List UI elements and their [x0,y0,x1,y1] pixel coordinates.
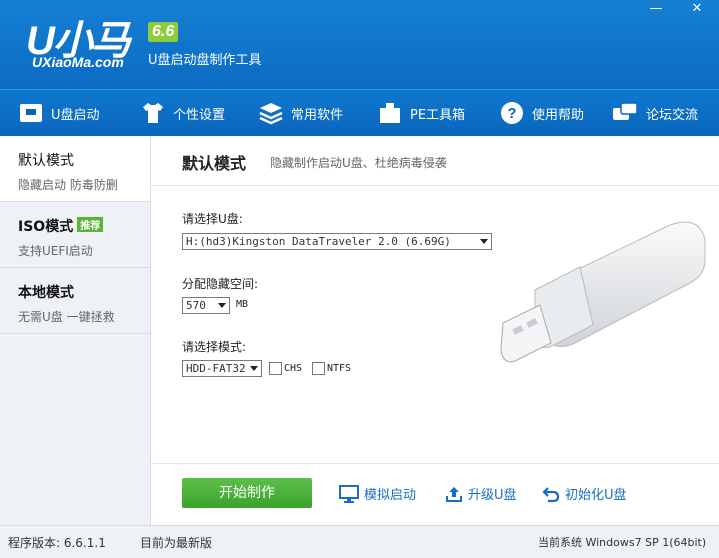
disk-select-value: H:(hd3)Kingston DataTraveler 2.0 (6.69G) [186,235,451,248]
toolbar-software[interactable]: 常用软件 [258,90,343,136]
toolbar-pe-tools[interactable]: PE工具箱 [377,90,465,136]
page-description: 隐藏制作启动U盘、杜绝病毒侵袭 [270,156,447,170]
toolbar-label: 常用软件 [291,107,344,123]
monitor-icon [339,484,359,503]
start-button[interactable]: 开始制作 [182,478,312,508]
page-title: 默认模式 [182,154,247,173]
toolbar-help[interactable]: ? 使用帮助 [499,90,584,136]
toolbar-label: 论坛交流 [646,107,699,123]
title-divider [150,185,719,186]
simulate-boot-button[interactable]: 模拟启动 [339,484,416,503]
box-icon [380,103,400,123]
app-subtitle: U盘启动盘制作工具 [148,53,262,68]
help-icon: ? [501,102,523,124]
shirt-icon [143,103,163,123]
toolbar-personalize[interactable]: 个性设置 [140,90,225,136]
ntfs-checkbox[interactable] [312,362,325,375]
toolbar-usb-boot[interactable]: U盘启动 [18,90,100,136]
layers-icon [259,103,283,125]
chevron-down-icon [250,366,258,371]
sidebar-item-subtitle: 无需U盘 一键拯救 [18,310,115,324]
init-usb-label: 初始化U盘 [565,488,627,503]
mode-select[interactable]: HDD-FAT32 [182,360,262,377]
main-toolbar: U盘启动 个性设置 常用软件 PE工具箱 ? 使用帮助 论坛交流 [0,89,719,136]
sidebar-item-subtitle: 隐藏启动 防毒防删 [18,178,118,192]
upgrade-usb-label: 升级U盘 [468,488,517,503]
chat-icon [613,102,638,120]
mode-sidebar: 默认模式 隐藏启动 防毒防删 ISO模式 推荐 支持UEFI启动 本地模式 无需U… [0,136,151,525]
sidebar-item-title: 默认模式 [18,153,74,169]
close-button[interactable]: ✕ [682,0,712,20]
chs-checkbox[interactable] [269,362,282,375]
recommend-badge: 推荐 [77,217,104,232]
sidebar-item-subtitle: 支持UEFI启动 [18,244,93,258]
disk-select-label: 请选择U盘: [182,212,243,226]
update-status: 目前为最新版 [140,536,213,550]
upgrade-usb-button[interactable]: 升级U盘 [445,484,517,503]
version-badge: 6.6 [148,22,179,42]
sidebar-item-default[interactable]: 默认模式 隐藏启动 防毒防删 [0,136,150,202]
chevron-down-icon [480,239,488,244]
space-unit: MB [236,299,249,310]
sidebar-item-iso[interactable]: ISO模式 推荐 支持UEFI启动 [0,202,150,268]
disk-select[interactable]: H:(hd3)Kingston DataTraveler 2.0 (6.69G) [182,233,492,250]
toolbar-label: U盘启动 [51,107,100,123]
init-usb-button[interactable]: 初始化U盘 [542,484,627,503]
program-version: 程序版本: 6.6.1.1 [8,536,106,550]
sidebar-item-title: ISO模式 推荐 [18,216,104,236]
upload-icon [446,486,462,502]
undo-icon [542,486,560,502]
sidebar-item-title-text: ISO模式 [18,219,74,235]
hidden-space-value: 570 [186,299,206,312]
chevron-down-icon [218,303,226,308]
usb-drive-illustration [500,221,706,363]
current-system: 当前系统 Windows7 SP 1(64bit) [538,536,707,549]
hidden-space-label: 分配隐藏空间: [182,277,259,291]
toolbar-label: 个性设置 [173,107,226,123]
sidebar-item-title: 本地模式 [18,285,74,301]
toolbar-forum[interactable]: 论坛交流 [611,90,698,136]
minimize-button[interactable]: — [641,0,671,20]
toolbar-label: 使用帮助 [532,107,585,123]
mode-select-value: HDD-FAT32 [186,362,246,375]
chs-label: CHS [284,363,303,374]
ntfs-label: NTFS [327,363,352,374]
usb-icon [20,104,42,122]
simulate-boot-label: 模拟启动 [364,488,417,503]
hidden-space-select[interactable]: 570 [182,297,230,314]
status-bar: 程序版本: 6.6.1.1 目前为最新版 当前系统 Windows7 SP 1(… [0,525,719,558]
svg-text:?: ? [507,105,516,122]
mode-select-label: 请选择模式: [182,340,247,354]
logo-domain: UXiaoMa.com [32,54,124,70]
sidebar-item-local[interactable]: 本地模式 无需U盘 一键拯救 [0,268,150,334]
title-bar: U小马 6.6 UXiaoMa.com U盘启动盘制作工具 — ✕ [0,0,719,89]
toolbar-label: PE工具箱 [410,107,466,123]
